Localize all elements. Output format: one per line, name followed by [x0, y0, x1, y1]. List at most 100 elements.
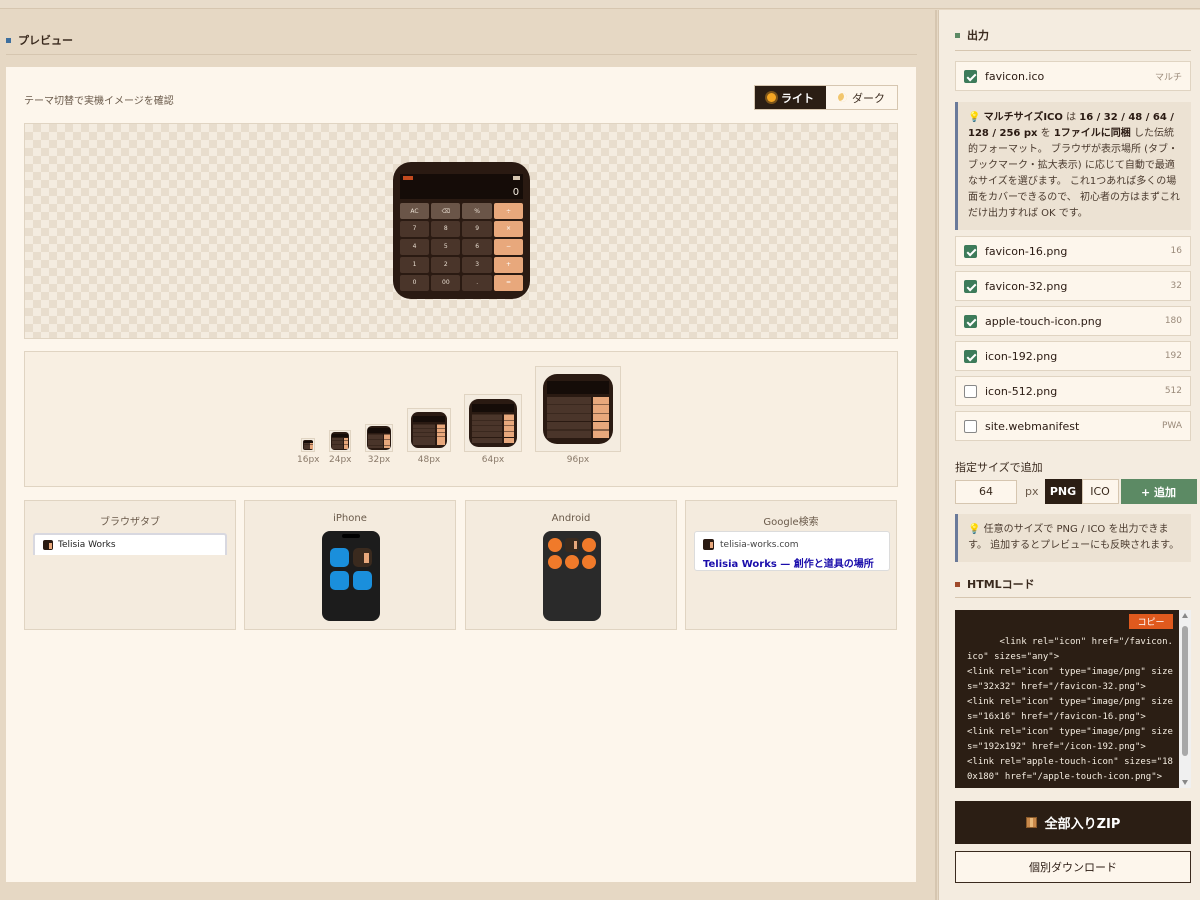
- html-code-text: <link rel="icon" href="/favicon.ico" siz…: [967, 637, 1173, 782]
- checkbox[interactable]: [964, 384, 977, 398]
- iphone-mock: [322, 531, 380, 621]
- size-label: 16px: [297, 455, 320, 465]
- scroll-up-icon[interactable]: [1182, 613, 1188, 618]
- file-meta: 32: [1170, 281, 1182, 291]
- app-icon: [548, 555, 562, 569]
- calc-key: 5: [431, 238, 461, 255]
- file-name: apple-touch-icon.png: [985, 314, 1102, 328]
- size-preview-item: 48px: [407, 408, 451, 465]
- size-preview-item: 64px: [464, 394, 522, 465]
- calculator-icon: [331, 432, 350, 450]
- file-row-favicon-ico[interactable]: favicon.ico マルチ: [955, 61, 1191, 91]
- size-input[interactable]: [955, 479, 1017, 504]
- size-preview-item: 16px: [297, 438, 320, 465]
- file-row-site-webmanifest[interactable]: site.webmanifest PWA: [955, 411, 1191, 441]
- checkbox[interactable]: [964, 279, 977, 293]
- checkbox[interactable]: [964, 69, 977, 83]
- iphone-preview: iPhone: [244, 500, 456, 630]
- package-icon: [1025, 817, 1037, 828]
- browser-tab-mock: Telisia Works: [33, 533, 227, 555]
- app-icon: [548, 538, 562, 552]
- size-label: 96px: [566, 455, 590, 465]
- size-preview-item: 96px: [535, 366, 621, 465]
- calc-key: 7: [399, 221, 430, 237]
- scroll-down-icon[interactable]: [1182, 780, 1188, 785]
- size-label: 32px: [367, 455, 391, 465]
- output-panel: 出力 favicon.ico マルチ favicon-16.png 16 favicon…: [938, 10, 1200, 900]
- file-meta: 16: [1170, 246, 1182, 256]
- checkbox[interactable]: [964, 244, 977, 258]
- file-row-apple-touch-icon-png[interactable]: apple-touch-icon.png 180: [955, 306, 1191, 336]
- html-code-section-title: HTMLコード: [955, 576, 1035, 592]
- moon-icon: [838, 93, 847, 102]
- format-ico-button[interactable]: ICO: [1081, 479, 1119, 504]
- code-scrollbar[interactable]: [1179, 610, 1191, 788]
- scroll-thumb[interactable]: [1182, 626, 1188, 756]
- calculator-icon: [411, 412, 447, 448]
- file-name: favicon-32.png: [985, 279, 1068, 293]
- checkbox[interactable]: [964, 419, 977, 433]
- app-icon: [330, 571, 349, 590]
- lightbulb-icon: 💡: [968, 112, 981, 123]
- app-icon: [565, 555, 579, 569]
- file-row-icon-192-png[interactable]: icon-192.png 192: [955, 341, 1191, 371]
- section-marker-icon: [6, 37, 11, 43]
- app-icon: [330, 548, 349, 567]
- divider: [6, 54, 917, 55]
- size-preview-item: 24px: [329, 430, 352, 465]
- calc-screen: 0: [399, 174, 524, 199]
- favicon-icon: [703, 539, 714, 550]
- theme-toggle: ライト ダーク: [754, 85, 898, 110]
- size-preview-strip: 16px 24px 32px 48px 64px 96px: [24, 351, 898, 487]
- android-preview: Android: [465, 500, 677, 630]
- checkbox[interactable]: [964, 314, 977, 328]
- favicon-app-icon: [565, 538, 579, 552]
- file-meta: PWA: [1162, 421, 1182, 431]
- calculator-icon: [367, 426, 391, 450]
- individual-download-button[interactable]: 個別ダウンロード: [955, 851, 1191, 883]
- calc-key: 00: [431, 274, 461, 291]
- calc-display: 0: [512, 186, 520, 198]
- size-preview-frame: [407, 408, 451, 452]
- size-preview-frame: [329, 430, 352, 452]
- checkbox[interactable]: [964, 349, 977, 363]
- size-label: 64px: [481, 455, 505, 465]
- download-zip-button[interactable]: 全部入りZIP: [955, 801, 1191, 844]
- calculator-icon: [303, 440, 314, 450]
- size-preview-frame: [535, 366, 621, 452]
- divider: [955, 597, 1191, 598]
- calc-key: 9: [462, 221, 492, 237]
- size-label: 24px: [329, 455, 352, 465]
- file-meta: 512: [1164, 386, 1182, 396]
- file-row-favicon-16-png[interactable]: favicon-16.png 16: [955, 236, 1191, 266]
- format-png-button[interactable]: PNG: [1044, 479, 1082, 504]
- html-code-box[interactable]: コピー <link rel="icon" href="/favicon.ico"…: [955, 610, 1191, 788]
- output-section-title: 出力: [955, 27, 989, 43]
- calc-key: −: [493, 238, 524, 255]
- size-preview-frame: [301, 438, 316, 452]
- size-preview-frame: [365, 424, 393, 452]
- file-meta: 192: [1164, 351, 1182, 361]
- file-name: site.webmanifest: [985, 419, 1080, 433]
- top-bar: [0, 0, 1200, 9]
- copy-button[interactable]: コピー: [1129, 614, 1173, 629]
- result-title: Telisia Works — 創作と道具の場所: [703, 559, 874, 570]
- file-row-icon-512-png[interactable]: icon-512.png 512: [955, 376, 1191, 406]
- add-size-button[interactable]: + 追加: [1120, 479, 1197, 504]
- file-row-favicon-32-png[interactable]: favicon-32.png 32: [955, 271, 1191, 301]
- custom-size-row: px PNG ICO + 追加: [955, 479, 1197, 504]
- result-domain: telisia-works.com: [720, 539, 799, 550]
- calc-key: 2: [431, 256, 461, 273]
- app-icon: [353, 571, 372, 590]
- file-name: favicon-16.png: [985, 244, 1068, 258]
- theme-dark-button[interactable]: ダーク: [826, 86, 897, 109]
- device-previews: ブラウザタブ Telisia Works iPhone Android Goog…: [24, 500, 898, 630]
- section-marker-icon: [955, 32, 960, 38]
- large-preview-area: 0 AC ⌫% ÷ 7 8 9 × 4 5 6−1 2 3 +0 00. =: [24, 123, 898, 339]
- app-icon: [582, 555, 596, 569]
- file-name: icon-192.png: [985, 349, 1058, 363]
- calc-key: AC: [399, 203, 430, 220]
- theme-light-button[interactable]: ライト: [755, 86, 826, 109]
- file-meta: マルチ: [1154, 72, 1182, 83]
- calculator-icon: [543, 374, 613, 444]
